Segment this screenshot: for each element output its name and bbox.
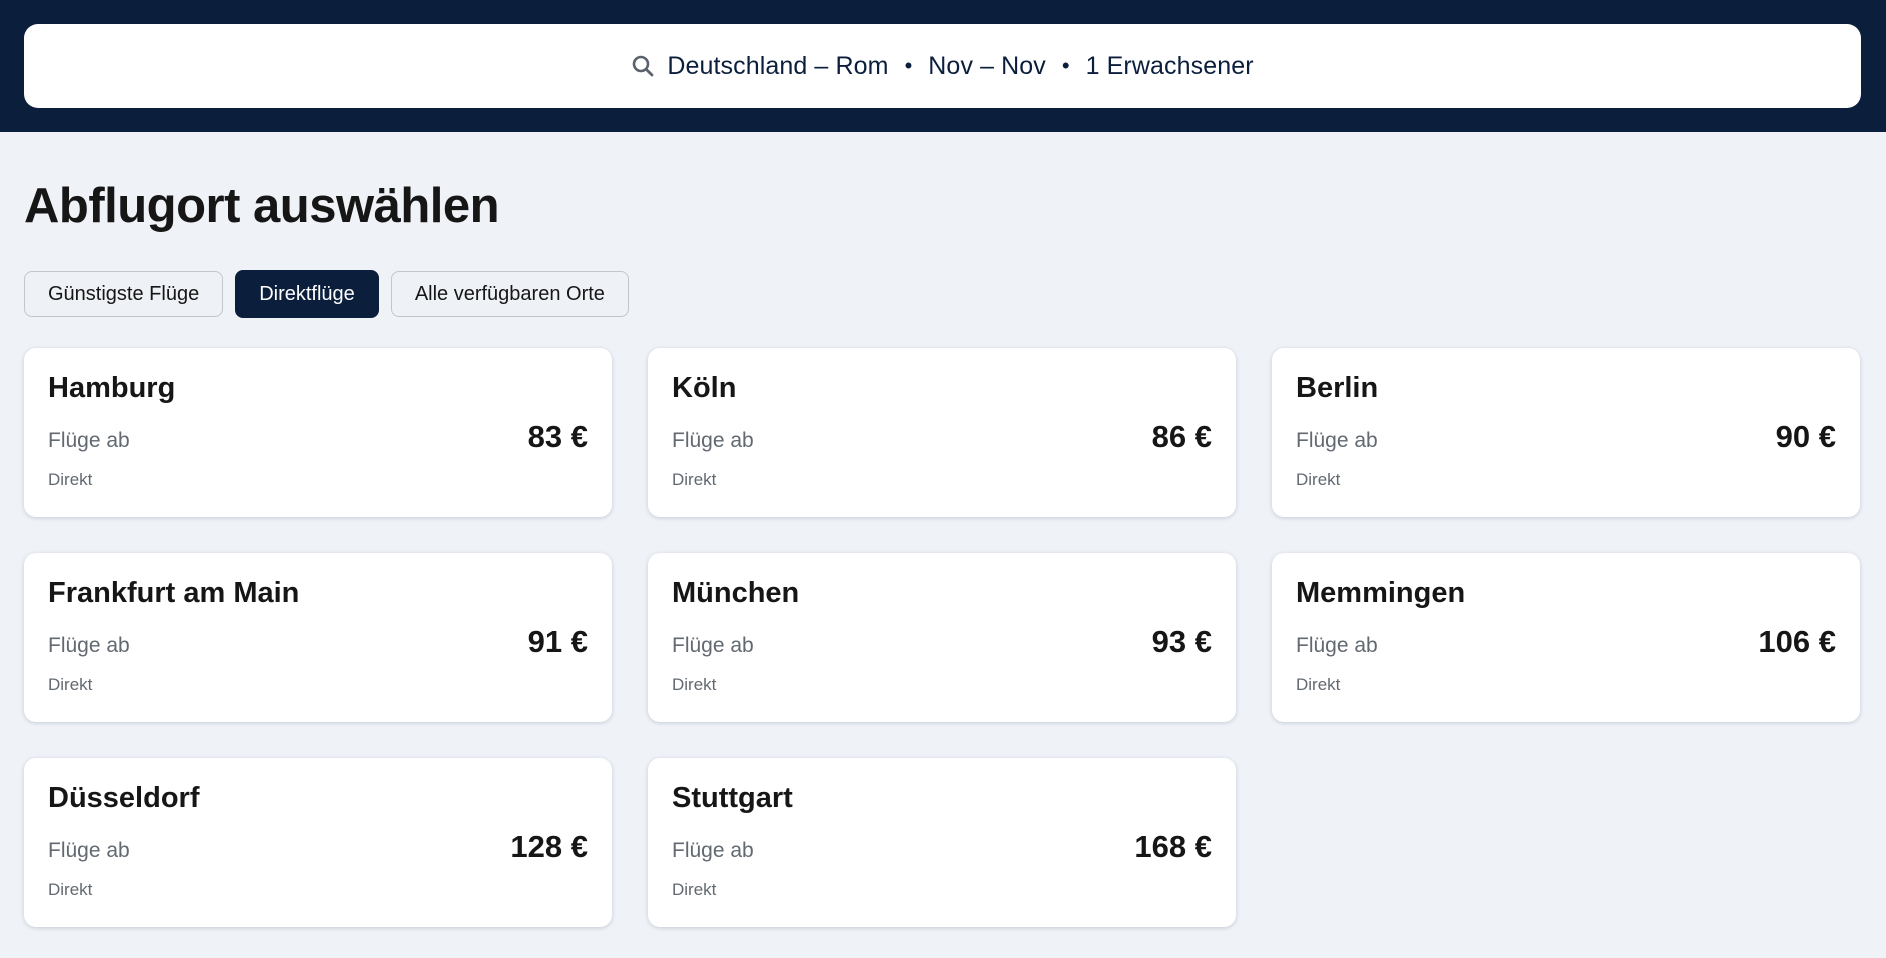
filter-all-locations[interactable]: Alle verfügbaren Orte xyxy=(390,271,629,317)
search-summary-bar[interactable]: Deutschland – Rom • Nov – Nov • 1 Erwach… xyxy=(24,24,1861,108)
stops-label: Direkt xyxy=(48,880,93,899)
flights-from-label: Flüge ab xyxy=(48,429,130,452)
result-card-memmingen[interactable]: Memmingen Flüge ab 106 € Direkt xyxy=(1272,553,1860,722)
city-name: München xyxy=(672,577,800,609)
top-header: Deutschland – Rom • Nov – Nov • 1 Erwach… xyxy=(0,0,1886,132)
city-name: Frankfurt am Main xyxy=(48,577,300,609)
result-card-hamburg[interactable]: Hamburg Flüge ab 83 € Direkt xyxy=(24,348,612,517)
city-name: Köln xyxy=(672,372,737,404)
separator-dot: • xyxy=(904,53,913,78)
flights-from-label: Flüge ab xyxy=(1296,429,1378,452)
stops-label: Direkt xyxy=(672,675,717,694)
page-title: Abflugort auswählen xyxy=(24,179,500,233)
filter-direct-flights[interactable]: Direktflüge xyxy=(235,270,379,318)
stops-label: Direkt xyxy=(1296,470,1341,489)
city-name: Düsseldorf xyxy=(48,782,200,814)
search-route: Deutschland – Rom xyxy=(667,51,889,80)
city-name: Memmingen xyxy=(1296,577,1466,609)
city-name: Berlin xyxy=(1296,372,1379,404)
stops-label: Direkt xyxy=(672,880,717,899)
search-dates: Nov – Nov xyxy=(928,51,1046,80)
filter-cheapest-flights[interactable]: Günstigste Flüge xyxy=(24,271,224,317)
stops-label: Direkt xyxy=(48,675,93,694)
price: 83 € xyxy=(527,419,588,454)
result-card-berlin[interactable]: Berlin Flüge ab 90 € Direkt xyxy=(1272,348,1860,517)
stops-label: Direkt xyxy=(672,470,717,489)
stops-label: Direkt xyxy=(1296,675,1341,694)
result-card-duesseldorf[interactable]: Düsseldorf Flüge ab 128 € Direkt xyxy=(24,758,612,927)
flights-from-label: Flüge ab xyxy=(672,429,754,452)
stops-label: Direkt xyxy=(48,470,93,489)
price: 86 € xyxy=(1151,419,1212,454)
city-name: Stuttgart xyxy=(672,782,793,814)
price: 91 € xyxy=(527,624,588,659)
price: 128 € xyxy=(510,829,588,864)
price: 106 € xyxy=(1758,624,1836,659)
flights-from-label: Flüge ab xyxy=(48,634,130,657)
separator-dot: • xyxy=(1061,53,1070,78)
result-card-muenchen[interactable]: München Flüge ab 93 € Direkt xyxy=(648,553,1236,722)
flights-from-label: Flüge ab xyxy=(672,839,754,862)
departure-results-grid: Hamburg Flüge ab 83 € Direkt Köln Flüge … xyxy=(24,348,1862,927)
price: 90 € xyxy=(1775,419,1836,454)
flights-from-label: Flüge ab xyxy=(48,839,130,862)
city-name: Hamburg xyxy=(48,372,176,404)
price: 168 € xyxy=(1134,829,1212,864)
filter-chips: Günstigste Flüge Direktflüge Alle verfüg… xyxy=(24,270,629,318)
result-card-frankfurt[interactable]: Frankfurt am Main Flüge ab 91 € Direkt xyxy=(24,553,612,722)
search-passengers: 1 Erwachsener xyxy=(1085,51,1254,80)
result-card-koeln[interactable]: Köln Flüge ab 86 € Direkt xyxy=(648,348,1236,517)
flights-from-label: Flüge ab xyxy=(1296,634,1378,657)
price: 93 € xyxy=(1151,624,1212,659)
flights-from-label: Flüge ab xyxy=(672,634,754,657)
result-card-stuttgart[interactable]: Stuttgart Flüge ab 168 € Direkt xyxy=(648,758,1236,927)
search-icon xyxy=(631,54,655,78)
